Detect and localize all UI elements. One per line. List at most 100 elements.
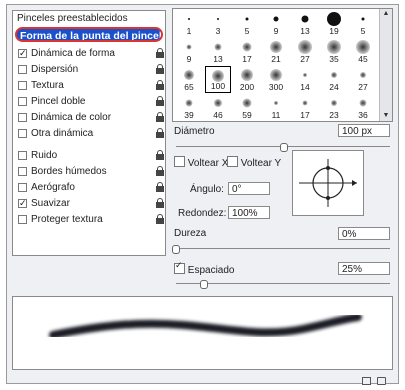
brush-tip-cell[interactable]: 100 <box>205 66 231 93</box>
brush-tip-cell[interactable]: 13 <box>205 38 231 65</box>
brush-tip-cell[interactable]: 36 <box>350 94 376 121</box>
brush-tip-cell[interactable]: 200 <box>234 66 260 93</box>
option-checkbox[interactable] <box>18 65 27 74</box>
lock-icon[interactable] <box>156 182 164 192</box>
lock-icon[interactable] <box>156 80 164 90</box>
brush-tip-cell[interactable]: 5 <box>350 10 376 37</box>
grid-scrollbar[interactable]: ▲ ▼ <box>379 9 392 121</box>
brush-tip-size: 13 <box>300 26 310 36</box>
option-item[interactable]: Dinámica de forma <box>18 46 164 61</box>
option-item[interactable]: Otra dinámica <box>18 127 164 141</box>
option-checkbox[interactable] <box>18 97 27 106</box>
brush-tip-cell[interactable]: 21 <box>263 38 289 65</box>
lock-icon[interactable] <box>156 198 164 208</box>
brush-tip-size: 45 <box>358 54 368 64</box>
brush-tip-cell[interactable]: 46 <box>205 94 231 121</box>
brush-tip-cell[interactable]: 65 <box>176 66 202 93</box>
brush-tip-cell[interactable]: 14 <box>292 66 318 93</box>
option-item[interactable]: Dispersión <box>18 63 164 77</box>
brush-tip-cell[interactable]: 27 <box>350 66 376 93</box>
hardness-slider-thumb[interactable] <box>172 245 180 254</box>
diameter-field[interactable]: 100 px <box>338 124 390 137</box>
flip-y-toggle[interactable]: Voltear Y <box>227 156 281 169</box>
brush-tip-cell[interactable]: 45 <box>350 38 376 65</box>
roundness-field[interactable]: 100% <box>228 206 270 219</box>
angle-field[interactable]: 0° <box>228 182 270 195</box>
brush-tip-cell[interactable]: 13 <box>292 10 318 37</box>
brush-tip-dot <box>360 72 366 78</box>
lock-icon[interactable] <box>156 112 164 122</box>
brush-tip-dot <box>217 18 219 20</box>
option-checkbox[interactable] <box>18 113 27 122</box>
option-label: Textura <box>31 80 64 91</box>
brush-tip-cell[interactable]: 39 <box>176 94 202 121</box>
brush-tip-cell[interactable]: 17 <box>234 38 260 65</box>
brush-tip-size: 27 <box>358 82 368 92</box>
option-item[interactable]: Dinámica de color <box>18 111 164 125</box>
option-checkbox[interactable] <box>18 215 27 224</box>
brush-tip-dot <box>359 99 367 107</box>
angle-roundness-preview[interactable] <box>292 150 364 216</box>
hardness-field[interactable]: 0% <box>338 227 390 240</box>
option-item[interactable]: Bordes húmedos <box>18 165 164 179</box>
lock-icon[interactable] <box>156 128 164 138</box>
option-checkbox[interactable] <box>18 46 27 60</box>
scroll-up-icon[interactable]: ▲ <box>381 9 391 19</box>
brush-tip-cell[interactable]: 24 <box>321 66 347 93</box>
brush-tip-cell[interactable]: 1 <box>176 10 202 37</box>
flip-x-checkbox[interactable] <box>174 156 185 167</box>
brush-tip-dot <box>188 18 190 20</box>
scroll-down-icon[interactable]: ▼ <box>381 111 391 121</box>
option-item[interactable]: Aerógrafo <box>18 181 164 195</box>
brush-tip-shape-item[interactable]: Forma de la punta del pincel <box>15 27 163 42</box>
diameter-slider-thumb[interactable] <box>280 143 288 152</box>
brush-tip-cell[interactable]: 27 <box>292 38 318 65</box>
new-preset-icon[interactable] <box>362 377 371 385</box>
brush-tip-cell[interactable]: 17 <box>292 94 318 121</box>
brush-tip-cell[interactable]: 3 <box>205 10 231 37</box>
hardness-slider[interactable] <box>176 248 390 249</box>
brush-tip-cell[interactable]: 9 <box>263 10 289 37</box>
brush-tip-cell[interactable]: 300 <box>263 66 289 93</box>
brush-tip-cell[interactable]: 19 <box>321 10 347 37</box>
lock-icon[interactable] <box>156 166 164 176</box>
brush-tip-size: 27 <box>300 54 310 64</box>
lock-icon[interactable] <box>156 150 164 160</box>
brush-tip-cell[interactable]: 23 <box>321 94 347 121</box>
brush-tip-size: 3 <box>215 26 221 36</box>
lock-icon[interactable] <box>156 64 164 74</box>
brush-tip-cell[interactable]: 11 <box>263 94 289 121</box>
option-checkbox[interactable] <box>18 167 27 176</box>
lock-icon[interactable] <box>156 48 164 58</box>
flip-x-toggle[interactable]: Voltear X <box>174 156 228 169</box>
option-item[interactable]: Pincel doble <box>18 95 164 109</box>
option-item[interactable]: Proteger textura <box>18 213 164 227</box>
spacing-slider-thumb[interactable] <box>200 280 208 289</box>
trash-icon[interactable] <box>377 377 386 385</box>
spacing-checkbox[interactable]: ✓ <box>174 260 185 274</box>
brush-tip-cell[interactable]: 35 <box>321 38 347 65</box>
flip-y-checkbox[interactable] <box>227 156 238 167</box>
option-checkbox[interactable] <box>18 81 27 90</box>
brush-tip-dot <box>241 69 253 81</box>
spacing-toggle[interactable]: ✓ Espaciado <box>174 260 234 276</box>
brush-tip-cell[interactable]: 59 <box>234 94 260 121</box>
brush-tip-cell[interactable]: 5 <box>234 10 260 37</box>
lock-icon[interactable] <box>156 96 164 106</box>
brush-tip-cell[interactable]: 9 <box>176 38 202 65</box>
option-checkbox[interactable] <box>18 151 27 160</box>
option-item[interactable]: Ruido <box>18 149 164 163</box>
option-item[interactable]: Suavizar <box>18 196 164 211</box>
presets-item[interactable]: Pinceles preestablecidos <box>17 13 128 24</box>
brush-tip-dot <box>214 43 222 51</box>
spacing-field[interactable]: 25% <box>338 262 390 275</box>
option-checkbox[interactable] <box>18 129 27 138</box>
option-checkbox[interactable] <box>18 183 27 192</box>
option-label: Aerógrafo <box>31 182 75 193</box>
option-checkbox[interactable] <box>18 196 27 210</box>
option-item[interactable]: Textura <box>18 79 164 93</box>
brush-tip-dot <box>327 40 341 54</box>
lock-icon[interactable] <box>156 214 164 224</box>
spacing-slider[interactable] <box>176 283 390 284</box>
brush-tip-dot <box>270 69 282 81</box>
